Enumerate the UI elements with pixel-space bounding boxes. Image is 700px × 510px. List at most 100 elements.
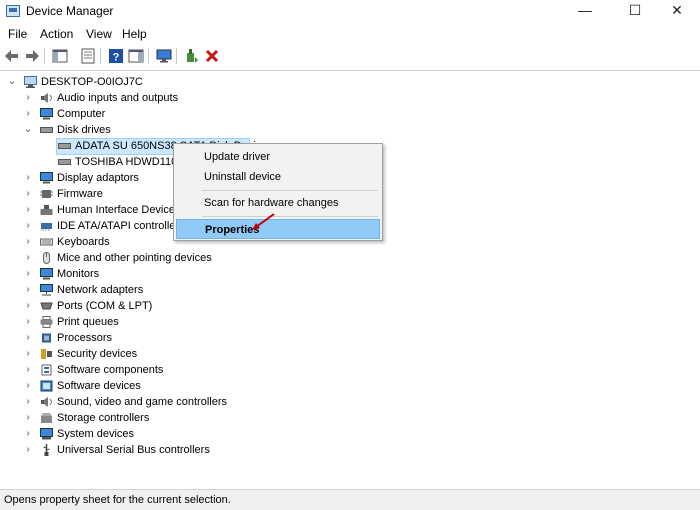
chevron-right-icon[interactable]: › bbox=[23, 282, 33, 298]
chevron-right-icon[interactable]: › bbox=[23, 378, 33, 394]
computer-icon bbox=[24, 76, 37, 88]
menu-help[interactable]: Help bbox=[122, 27, 147, 41]
disk-drive-icon bbox=[40, 127, 53, 133]
context-scan-hardware[interactable]: Scan for hardware changes bbox=[176, 193, 380, 213]
toolbar-separator bbox=[148, 48, 149, 64]
toolbar-separator bbox=[44, 48, 45, 64]
monitor-icon bbox=[40, 268, 53, 280]
device-manager-icon bbox=[6, 5, 20, 17]
tree-item-software-components[interactable]: › Software components bbox=[0, 362, 300, 378]
software-device-icon bbox=[40, 380, 53, 392]
status-text: Opens property sheet for the current sel… bbox=[4, 494, 231, 506]
tree-item-processors[interactable]: › Processors bbox=[0, 330, 300, 346]
tree-item-audio[interactable]: › Audio inputs and outputs bbox=[0, 90, 300, 106]
tree-item-computer[interactable]: › Computer bbox=[0, 106, 300, 122]
tree-item-network-adapters[interactable]: › Network adapters bbox=[0, 282, 300, 298]
device-tree[interactable]: ⌄ DESKTOP-O0IOJ7C › Audio inputs and out… bbox=[0, 70, 700, 489]
chip-icon bbox=[40, 190, 53, 198]
chevron-right-icon[interactable]: › bbox=[23, 90, 33, 106]
chevron-right-icon[interactable]: › bbox=[23, 410, 33, 426]
tree-item-disk-drives[interactable]: ⌄ Disk drives bbox=[0, 122, 300, 138]
svg-text:?: ? bbox=[113, 52, 120, 64]
forward-icon[interactable] bbox=[24, 48, 40, 64]
scan-hardware-icon[interactable] bbox=[156, 48, 172, 64]
sound-icon bbox=[41, 397, 52, 407]
chevron-right-icon[interactable]: › bbox=[23, 250, 33, 266]
mouse-icon bbox=[43, 252, 50, 264]
monitor-icon bbox=[40, 108, 53, 120]
software-component-icon bbox=[41, 364, 52, 376]
context-update-driver[interactable]: Update driver bbox=[176, 147, 380, 167]
chevron-right-icon[interactable]: › bbox=[23, 234, 33, 250]
chevron-right-icon[interactable]: › bbox=[23, 442, 33, 458]
tree-item-software-devices[interactable]: › Software devices bbox=[0, 378, 300, 394]
maximize-button[interactable]: ☐ bbox=[612, 0, 658, 22]
chevron-down-icon[interactable]: ⌄ bbox=[7, 74, 17, 90]
display-adapter-icon bbox=[40, 172, 53, 184]
window-title: Device Manager bbox=[26, 4, 114, 18]
menu-action[interactable]: Action bbox=[40, 27, 73, 41]
properties-sheet-icon[interactable] bbox=[80, 48, 96, 64]
title-bar: Device Manager — ☐ ✕ bbox=[0, 0, 700, 22]
storage-controller-icon bbox=[41, 413, 52, 423]
ide-controller-icon bbox=[41, 223, 52, 231]
tree-item-sound-video-game[interactable]: › Sound, video and game controllers bbox=[0, 394, 300, 410]
chevron-right-icon[interactable]: › bbox=[23, 106, 33, 122]
disk-drive-icon bbox=[58, 159, 71, 165]
chevron-right-icon[interactable]: › bbox=[23, 314, 33, 330]
tree-item-usb-controllers[interactable]: › Universal Serial Bus controllers bbox=[0, 442, 300, 458]
usb-icon bbox=[43, 444, 50, 456]
keyboard-icon bbox=[40, 238, 53, 246]
chevron-down-icon[interactable]: ⌄ bbox=[23, 122, 33, 138]
context-separator bbox=[202, 216, 378, 217]
toolbar-separator bbox=[100, 48, 101, 64]
menu-bar: File Action View Help bbox=[0, 24, 700, 44]
status-bar: Opens property sheet for the current sel… bbox=[0, 489, 700, 510]
disk-drive-icon bbox=[58, 143, 71, 149]
show-hide-console-tree-icon[interactable] bbox=[52, 48, 68, 64]
processor-icon bbox=[42, 333, 51, 343]
back-icon[interactable] bbox=[4, 48, 20, 64]
chevron-right-icon[interactable]: › bbox=[23, 346, 33, 362]
tree-root-label: DESKTOP-O0IOJ7C bbox=[41, 76, 143, 88]
chevron-right-icon[interactable]: › bbox=[23, 394, 33, 410]
context-uninstall-device[interactable]: Uninstall device bbox=[176, 167, 380, 187]
minimize-button[interactable]: — bbox=[562, 0, 608, 22]
tree-item-storage-controllers[interactable]: › Storage controllers bbox=[0, 410, 300, 426]
chevron-right-icon[interactable]: › bbox=[23, 186, 33, 202]
chevron-right-icon[interactable]: › bbox=[23, 170, 33, 186]
uninstall-device-icon[interactable] bbox=[204, 48, 220, 64]
action-pane-icon[interactable] bbox=[128, 48, 144, 64]
chevron-right-icon[interactable]: › bbox=[23, 218, 33, 234]
tree-item-system-devices[interactable]: › System devices bbox=[0, 426, 300, 442]
network-icon bbox=[40, 284, 53, 296]
system-device-icon bbox=[40, 428, 53, 440]
chevron-right-icon[interactable]: › bbox=[23, 202, 33, 218]
tree-item-print-queues[interactable]: › Print queues bbox=[0, 314, 300, 330]
tree-item-monitors[interactable]: › Monitors bbox=[0, 266, 300, 282]
chevron-right-icon[interactable]: › bbox=[23, 330, 33, 346]
context-separator bbox=[202, 190, 378, 191]
tree-item-ports[interactable]: › Ports (COM & LPT) bbox=[0, 298, 300, 314]
security-key-icon bbox=[41, 349, 52, 359]
menu-view[interactable]: View bbox=[86, 27, 112, 41]
tree-item-security-devices[interactable]: › Security devices bbox=[0, 346, 300, 362]
chevron-right-icon[interactable]: › bbox=[23, 426, 33, 442]
speaker-icon bbox=[41, 93, 52, 103]
tree-item-mice[interactable]: › Mice and other pointing devices bbox=[0, 250, 300, 266]
toolbar: ? bbox=[0, 45, 700, 67]
tree-item-hid[interactable]: › Human Interface Device bbox=[0, 202, 180, 218]
context-properties[interactable]: Properties bbox=[176, 219, 380, 239]
tree-root[interactable]: ⌄ DESKTOP-O0IOJ7C bbox=[0, 74, 300, 90]
close-button[interactable]: ✕ bbox=[654, 0, 700, 22]
menu-file[interactable]: File bbox=[8, 27, 27, 41]
update-driver-icon[interactable] bbox=[184, 48, 200, 64]
hid-icon bbox=[40, 205, 53, 215]
chevron-right-icon[interactable]: › bbox=[23, 266, 33, 282]
tree-item-ide[interactable]: › IDE ATA/ATAPI controller bbox=[0, 218, 180, 234]
printer-icon bbox=[40, 316, 53, 328]
context-menu: Update driver Uninstall device Scan for … bbox=[173, 143, 383, 241]
chevron-right-icon[interactable]: › bbox=[23, 298, 33, 314]
help-icon[interactable]: ? bbox=[108, 48, 124, 64]
chevron-right-icon[interactable]: › bbox=[23, 362, 33, 378]
